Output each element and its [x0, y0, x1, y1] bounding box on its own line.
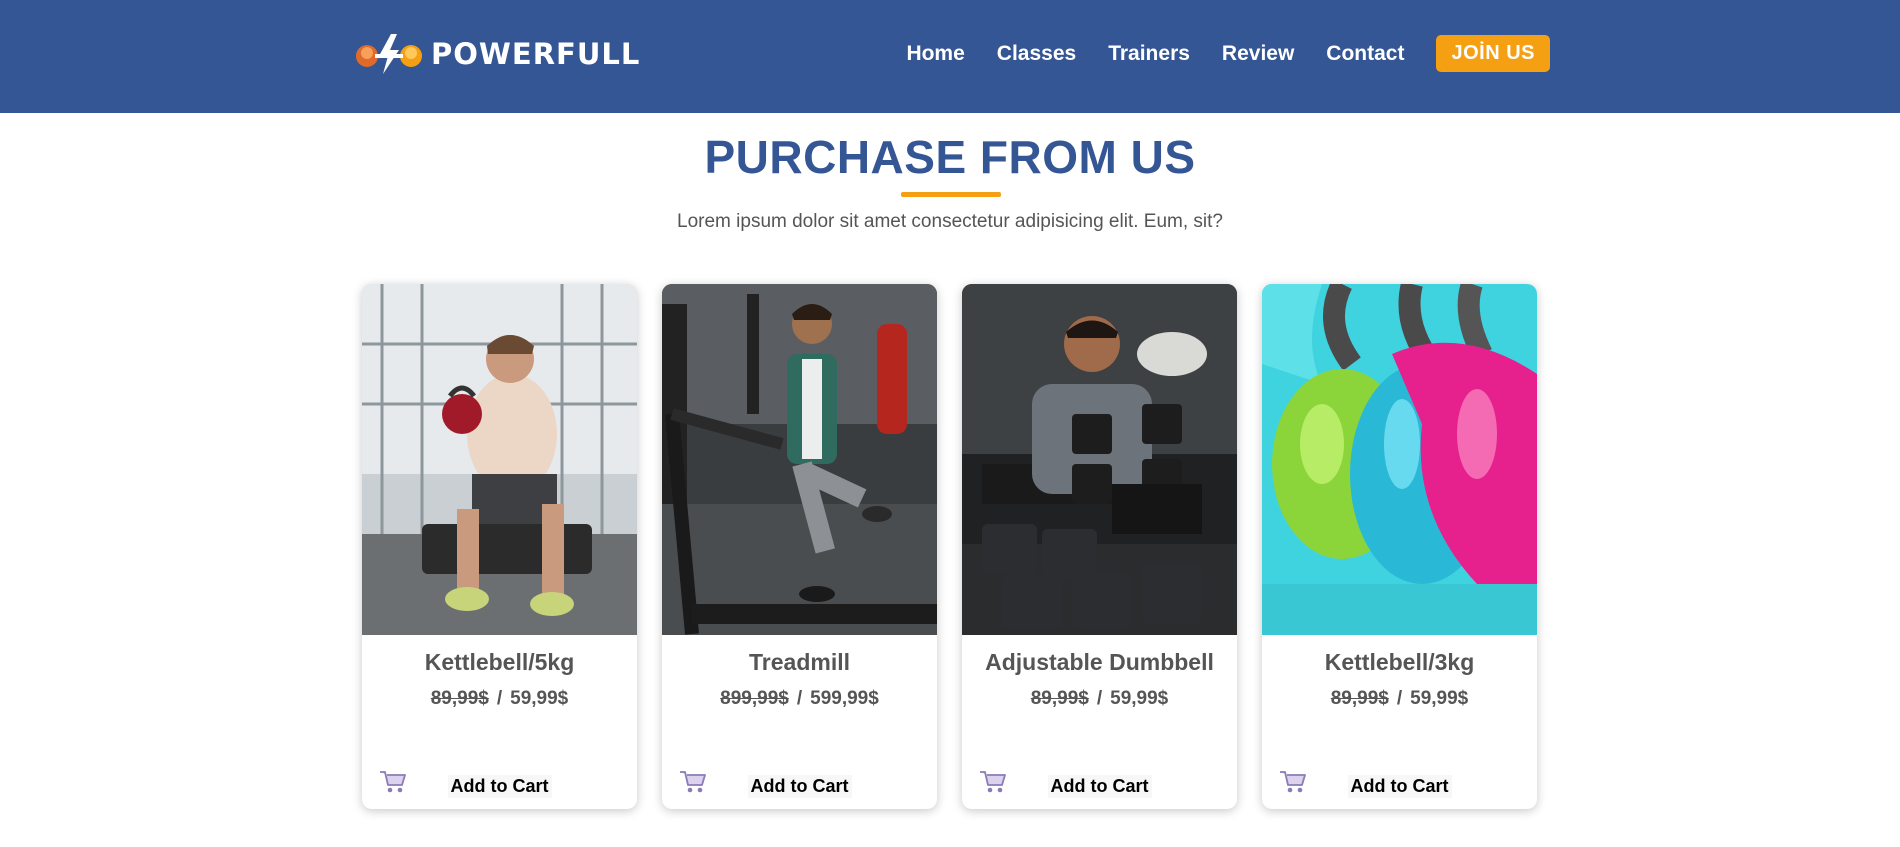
cart-row: Add to Cart [662, 769, 937, 799]
old-price: 89,99$ [430, 688, 489, 709]
product-card: Kettlebell/3kg 89,99$ / 59,99$ Add to Cart [1262, 284, 1537, 809]
product-card: Kettlebell/5kg 89,99$ / 59,99$ Add to Cart [362, 284, 637, 809]
old-price: 89,99$ [1330, 688, 1389, 709]
new-price: 59,99$ [1410, 688, 1469, 709]
product-price: 899,99$ / 599,99$ [662, 688, 937, 710]
title-underline [901, 192, 1001, 197]
product-name: Adjustable Dumbbell [985, 649, 1214, 675]
cart-row: Add to Cart [362, 769, 637, 799]
product-name: Kettlebell/5kg [424, 649, 575, 675]
product-name: Treadmill [749, 649, 850, 675]
nav-review[interactable]: Review [1222, 42, 1294, 66]
add-to-cart-button[interactable]: Add to Cart [1047, 775, 1152, 798]
cart-icon[interactable] [379, 769, 407, 795]
add-to-cart-button[interactable]: Add to Cart [747, 775, 852, 798]
section-subtitle: Lorem ipsum dolor sit amet consectetur a… [677, 211, 1223, 232]
product-image-treadmill [662, 284, 937, 635]
product-price: 89,99$ / 59,99$ [962, 688, 1237, 710]
product-image-kettlebell-3kg [1262, 284, 1537, 635]
product-grid: Kettlebell/5kg 89,99$ / 59,99$ Add to Cart [362, 284, 1537, 809]
main-nav: Home Classes Trainers Review Contact JOİ… [906, 35, 1550, 72]
cart-row: Add to Cart [1262, 769, 1537, 799]
product-image-kettlebell-5kg [362, 284, 637, 635]
join-us-button[interactable]: JOİN US [1436, 35, 1550, 72]
price-separator: / [796, 688, 803, 709]
product-price: 89,99$ / 59,99$ [1262, 688, 1537, 710]
product-card: Treadmill 899,99$ / 599,99$ Add to Cart [662, 284, 937, 809]
old-price: 89,99$ [1030, 688, 1089, 709]
price-separator: / [1096, 688, 1103, 709]
cart-row: Add to Cart [962, 769, 1237, 799]
add-to-cart-button[interactable]: Add to Cart [1347, 775, 1452, 798]
add-to-cart-button[interactable]: Add to Cart [447, 775, 552, 798]
cart-icon[interactable] [679, 769, 707, 795]
new-price: 599,99$ [810, 688, 879, 709]
nav-contact[interactable]: Contact [1326, 42, 1404, 66]
product-image-adjustable-dumbbell [962, 284, 1237, 635]
nav-home[interactable]: Home [906, 42, 964, 66]
old-price: 899,99$ [720, 688, 789, 709]
nav-classes[interactable]: Classes [997, 42, 1076, 66]
cart-icon[interactable] [1279, 769, 1307, 795]
new-price: 59,99$ [510, 688, 569, 709]
cart-icon[interactable] [979, 769, 1007, 795]
product-price: 89,99$ / 59,99$ [362, 688, 637, 710]
brand-name: POWERFULL [431, 37, 641, 71]
new-price: 59,99$ [1110, 688, 1169, 709]
price-separator: / [496, 688, 503, 709]
nav-trainers[interactable]: Trainers [1108, 42, 1190, 66]
brand-logo[interactable]: POWERFULL [353, 28, 640, 80]
navbar: POWERFULL Home Classes Trainers Review C… [0, 0, 1900, 113]
product-card: Adjustable Dumbbell 89,99$ / 59,99$ Add to… [962, 284, 1237, 809]
section-title: PURCHASE FROM US [704, 131, 1196, 183]
product-name: Kettlebell/3kg [1324, 649, 1475, 675]
brand-logo-icon [356, 34, 422, 74]
price-separator: / [1396, 688, 1403, 709]
